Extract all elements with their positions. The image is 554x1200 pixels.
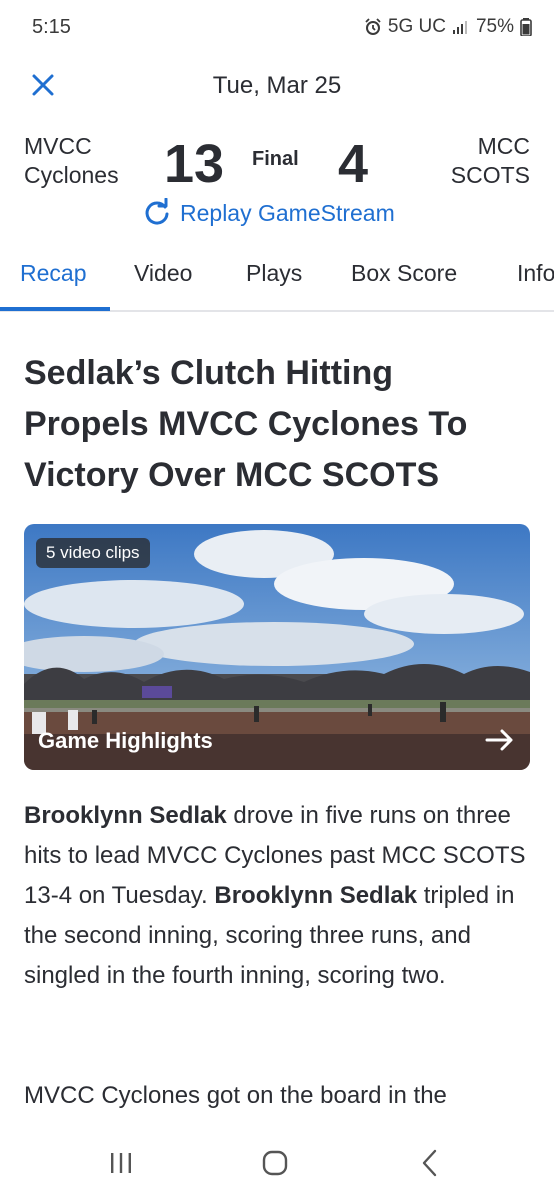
alarm-icon	[365, 18, 381, 35]
away-team-name[interactable]: MCC SCOTS	[451, 132, 530, 190]
away-score: 4	[338, 134, 369, 194]
game-date: Tue, Mar 25	[212, 72, 342, 99]
status-bar: 5:15 5G UC 75%	[0, 0, 554, 56]
player-name-2: Brooklynn Sedlak	[214, 882, 418, 909]
tab-plays[interactable]: Plays	[246, 260, 302, 287]
away-team-line2: SCOTS	[450, 162, 530, 188]
replay-label: Replay GameStream	[180, 199, 395, 226]
home-team-line2: Cyclones	[24, 162, 119, 188]
article-headline: Sedlak’s Clutch Hitting Propels MVCC Cyc…	[24, 354, 468, 494]
tab-box-score[interactable]: Box Score	[351, 260, 457, 287]
battery-percent: 75%	[475, 16, 514, 37]
arrow-right-icon	[485, 729, 513, 751]
back-icon[interactable]	[420, 1148, 440, 1178]
replay-icon	[145, 198, 169, 225]
video-highlights-card[interactable]: 5 video clips Game Highlights	[24, 524, 530, 770]
tab-bar: Recap Video Plays Box Score Info	[0, 252, 554, 312]
tab-video[interactable]: Video	[134, 260, 192, 287]
recent-apps-icon[interactable]	[108, 1150, 134, 1176]
home-score: 13	[164, 134, 225, 194]
active-tab-indicator	[0, 307, 110, 311]
status-time: 5:15	[32, 16, 71, 38]
home-team-line1: MVCC	[24, 133, 92, 159]
replay-gamestream-button[interactable]: Replay GameStream	[142, 198, 395, 228]
status-indicators: 5G UC 75%	[364, 16, 532, 38]
game-status: Final	[252, 148, 299, 170]
battery-icon	[520, 18, 532, 36]
video-title: Game Highlights	[38, 728, 213, 753]
network-type: 5G UC	[387, 16, 446, 37]
player-name-1: Brooklynn Sedlak	[24, 802, 227, 829]
tab-info[interactable]: Info	[517, 260, 554, 287]
tab-recap[interactable]: Recap	[20, 260, 86, 287]
article-paragraph-2: MVCC Cyclones got on the board in the	[24, 1082, 447, 1109]
system-nav-bar	[0, 1128, 554, 1200]
app-screen: 5:15 5G UC 75% Tue, Mar 25 MVCC Cyclones…	[0, 0, 554, 1200]
home-team-name[interactable]: MVCC Cyclones	[24, 132, 119, 190]
home-icon[interactable]	[262, 1150, 288, 1176]
away-team-line1: MCC	[477, 133, 530, 159]
article-paragraph-1: Brooklynn Sedlak drove in five runs on t…	[24, 796, 530, 996]
video-clips-badge: 5 video clips	[36, 538, 150, 568]
signal-icon	[452, 21, 467, 34]
